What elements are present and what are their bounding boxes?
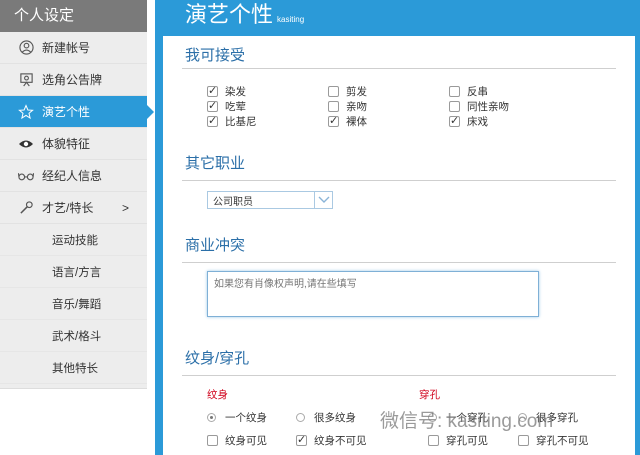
section-title-conflict: 商业冲突 [185,237,246,254]
section-divider [182,262,616,263]
sidebar-item-label: 才艺/特长 [42,201,94,215]
checkbox-box [449,86,460,97]
glasses-icon [18,168,34,184]
sidebar-item-label: 体貌特征 [42,137,91,151]
checkbox-label: 吃荤 [225,101,246,113]
checkbox-box [518,435,529,446]
sidebar-item-agent-info[interactable]: 经纪人信息 [0,160,147,192]
checkbox-label: 纹身可见 [225,435,267,447]
radio-one-tattoo[interactable]: 一个纹身 [207,410,267,425]
checkbox-nude[interactable]: 裸体 [328,114,367,129]
sidebar-item-appearance[interactable]: 体貌特征 [0,128,147,160]
page-title: 演艺个性 [185,2,274,27]
checkbox-bed-scene[interactable]: 床戏 [449,114,488,129]
sidebar-item-talents[interactable]: 才艺/特长 > [0,192,147,224]
checkbox-label: 亲吻 [346,101,367,113]
checkbox-box [207,99,218,112]
checkbox-label: 同性亲吻 [467,101,509,113]
checkbox-cut-hair[interactable]: 剪发 [328,84,367,99]
checkbox-cross-gender[interactable]: 反串 [449,84,488,99]
sidebar-item-casting-board[interactable]: 选角公告牌 [0,64,147,96]
piercing-label: 穿孔 [419,389,440,401]
sidebar: 个人设定 新建帐号 选角公告牌 演艺个性 体貌特征 经纪人信息 才艺/特长 > … [0,0,154,455]
checkbox-label: 染发 [225,86,246,98]
eye-icon [18,136,34,152]
checkbox-box [328,114,339,127]
select-value: 公司职员 [213,196,253,208]
checkbox-label: 床戏 [467,116,488,128]
user-circle-icon [18,40,34,56]
microphone-icon [18,200,34,216]
section-divider [182,375,616,376]
checkbox-box [449,101,460,112]
sidebar-item-label: 新建帐号 [42,41,91,55]
checkbox-box [428,435,439,446]
star-icon [18,103,34,120]
checkbox-dye-hair[interactable]: 染发 [207,84,246,99]
checkbox-box [296,433,307,446]
sidebar-item-label: 选角公告牌 [42,73,103,87]
section-divider [182,68,616,69]
section-title-accept: 我可接受 [185,47,246,64]
sidebar-item-label: 演艺个性 [42,105,91,119]
sidebar-subitem-other[interactable]: 其他特长 [0,352,147,384]
checkbox-label: 比基尼 [225,116,257,128]
watermark: 微信号: kasiting.com [380,411,554,432]
radio-label: 一个纹身 [225,412,267,424]
checkbox-tattoo-visible[interactable]: 纹身可见 [207,433,267,448]
checkbox-box [328,86,339,97]
page-header: 演艺个性 kasiting [155,0,640,34]
checkbox-box [207,435,218,446]
form-panel: 我可接受 染发 剪发 反串 吃荤 亲吻 同性亲吻 比基尼 裸体 床戏 其它职业 … [163,36,635,455]
tattoo-label: 纹身 [207,389,228,401]
radio-many-tattoos[interactable]: 很多纹身 [296,410,356,425]
checkbox-kiss[interactable]: 亲吻 [328,99,367,114]
sidebar-footer-area [0,388,147,455]
sidebar-subitem-sports[interactable]: 运动技能 [0,224,147,256]
checkbox-box [449,114,460,127]
sidebar-subitem-music-dance[interactable]: 音乐/舞蹈 [0,288,147,320]
radio-circle [296,413,305,422]
sidebar-item-new-account[interactable]: 新建帐号 [0,32,147,64]
checkbox-box [207,84,218,97]
checkbox-same-sex-kiss[interactable]: 同性亲吻 [449,99,509,114]
section-title-tattoo: 纹身/穿孔 [185,350,250,367]
chevron-down-icon[interactable] [314,192,332,208]
checkbox-box [207,114,218,127]
billboard-icon [18,72,34,88]
sidebar-subitem-language[interactable]: 语言/方言 [0,256,147,288]
section-title-other-job: 其它职业 [185,155,246,172]
checkbox-label: 纹身不可见 [314,435,367,447]
checkbox-eat-meat[interactable]: 吃荤 [207,99,246,114]
sidebar-title: 个人设定 [0,0,147,32]
conflict-textarea[interactable] [207,271,539,317]
checkbox-piercing-visible[interactable]: 穿孔可见 [428,433,488,448]
radio-label: 很多纹身 [314,412,356,424]
sidebar-item-acting-personality[interactable]: 演艺个性 [0,96,154,128]
checkbox-label: 穿孔不可见 [536,435,589,447]
section-divider [182,180,616,181]
checkbox-label: 裸体 [346,116,367,128]
checkbox-label: 反串 [467,86,488,98]
sidebar-item-label: 经纪人信息 [42,169,103,183]
chevron-right-icon: > [121,200,129,215]
checkbox-bikini[interactable]: 比基尼 [207,114,257,129]
sidebar-subitem-martial-arts[interactable]: 武术/格斗 [0,320,147,352]
checkbox-label: 穿孔可见 [446,435,488,447]
page-subtitle: kasiting [277,15,305,24]
radio-circle [207,413,216,422]
main-area: 演艺个性 kasiting 我可接受 染发 剪发 反串 吃荤 亲吻 同性亲吻 比… [155,0,640,455]
other-job-select[interactable]: 公司职员 [207,191,333,209]
checkbox-label: 剪发 [346,86,367,98]
checkbox-piercing-hidden[interactable]: 穿孔不可见 [518,433,589,448]
checkbox-tattoo-hidden[interactable]: 纹身不可见 [296,433,367,448]
checkbox-box [328,101,339,112]
